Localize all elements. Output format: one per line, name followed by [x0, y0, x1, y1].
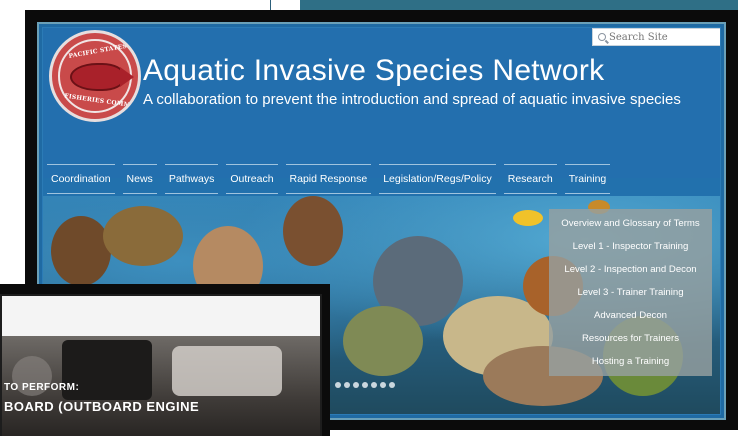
menu-item-level-2[interactable]: Level 2 - Inspection and Decon: [549, 258, 712, 281]
photo-shape: [172, 346, 282, 396]
coral-shape: [103, 206, 183, 266]
menu-item-hosting[interactable]: Hosting a Training: [549, 350, 712, 373]
coral-shape: [51, 216, 111, 286]
site-header: PACIFIC STATES MARINE FISHERIES COMMISSI…: [43, 28, 720, 194]
video-frame-content: TO PERFORM: BOARD (OUTBOARD ENGINE: [0, 294, 322, 436]
site-subtitle: A collaboration to prevent the introduct…: [143, 91, 681, 108]
nav-item-research[interactable]: Research: [500, 164, 561, 194]
slider-dots: [335, 382, 395, 388]
coral-shape: [343, 306, 423, 376]
nav-item-legislation[interactable]: Legislation/Regs/Policy: [375, 164, 500, 194]
fish-icon: [70, 63, 124, 91]
menu-item-level-1[interactable]: Level 1 - Inspector Training: [549, 235, 712, 258]
video-screenshot-frame: TO PERFORM: BOARD (OUTBOARD ENGINE: [0, 284, 330, 436]
video-caption-line2: BOARD (OUTBOARD ENGINE: [4, 399, 200, 414]
fish-tail-icon: [120, 67, 134, 87]
nav-item-training[interactable]: Training: [561, 164, 615, 194]
nav-item-news[interactable]: News: [119, 164, 161, 194]
site-title[interactable]: Aquatic Invasive Species Network: [143, 54, 604, 88]
slider-dot[interactable]: [371, 382, 377, 388]
nav-item-pathways[interactable]: Pathways: [161, 164, 223, 194]
nav-item-coordination[interactable]: Coordination: [43, 164, 119, 194]
slider-dot[interactable]: [335, 382, 341, 388]
divider-line: [270, 0, 271, 10]
nav-item-outreach[interactable]: Outreach: [222, 164, 281, 194]
slider-dot[interactable]: [362, 382, 368, 388]
slider-dot[interactable]: [353, 382, 359, 388]
site-search[interactable]: [592, 28, 720, 46]
coral-shape: [283, 196, 343, 266]
slider-dot[interactable]: [344, 382, 350, 388]
search-icon: [598, 33, 606, 41]
menu-item-level-3[interactable]: Level 3 - Trainer Training: [549, 281, 712, 304]
yellow-fish: [513, 210, 543, 226]
search-input[interactable]: [609, 31, 719, 43]
menu-item-overview[interactable]: Overview and Glossary of Terms: [549, 212, 712, 235]
training-dropdown-menu: Overview and Glossary of Terms Level 1 -…: [549, 209, 712, 376]
menu-item-resources[interactable]: Resources for Trainers: [549, 327, 712, 350]
nav-item-rapid-response[interactable]: Rapid Response: [282, 164, 376, 194]
video-caption-line1: TO PERFORM:: [4, 382, 80, 393]
slider-dot[interactable]: [380, 382, 386, 388]
slider-dot[interactable]: [389, 382, 395, 388]
commission-logo[interactable]: PACIFIC STATES MARINE FISHERIES COMMISSI…: [49, 30, 141, 122]
main-navigation: Coordination News Pathways Outreach Rapi…: [43, 164, 614, 194]
menu-item-advanced-decon[interactable]: Advanced Decon: [549, 304, 712, 327]
